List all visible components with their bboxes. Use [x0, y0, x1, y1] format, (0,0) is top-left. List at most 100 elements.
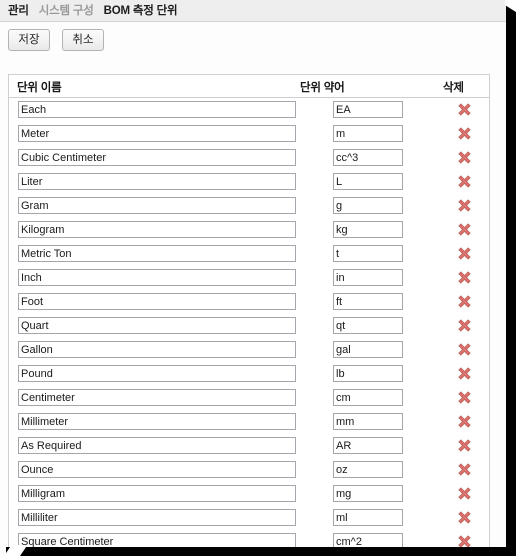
unit-abbreviation-input[interactable] — [333, 437, 403, 454]
unit-abbreviation-input[interactable] — [333, 125, 403, 142]
unit-name-input[interactable] — [18, 173, 296, 190]
delete-row-button[interactable] — [457, 198, 472, 213]
unit-abbreviation-input[interactable] — [333, 173, 403, 190]
unit-name-input[interactable] — [18, 509, 296, 526]
x-mark-icon — [458, 463, 471, 476]
delete-row-button[interactable] — [457, 510, 472, 525]
x-mark-icon — [458, 343, 471, 356]
breadcrumb: 관리 시스템 구성 BOM 측정 단위 — [0, 0, 506, 22]
toolbar: 저장 취소 — [0, 22, 506, 58]
unit-abbreviation-input[interactable] — [333, 485, 403, 502]
x-mark-icon — [458, 247, 471, 260]
delete-row-button[interactable] — [457, 438, 472, 453]
delete-row-button[interactable] — [457, 414, 472, 429]
table-row — [9, 482, 489, 506]
window-shadow-right — [506, 4, 516, 556]
unit-name-input[interactable] — [18, 389, 296, 406]
window-shadow-bottom — [6, 547, 516, 556]
table-row — [9, 290, 489, 314]
table-header-row: 단위 이름 단위 약어 삭제 — [9, 75, 489, 98]
unit-name-input[interactable] — [18, 317, 296, 334]
x-mark-icon — [458, 415, 471, 428]
unit-name-input[interactable] — [18, 149, 296, 166]
table-row — [9, 386, 489, 410]
breadcrumb-item-admin[interactable]: 관리 — [8, 4, 29, 18]
unit-name-input[interactable] — [18, 485, 296, 502]
unit-abbreviation-input[interactable] — [333, 149, 403, 166]
table-row — [9, 458, 489, 482]
unit-abbreviation-input[interactable] — [333, 293, 403, 310]
delete-row-button[interactable] — [457, 222, 472, 237]
unit-name-input[interactable] — [18, 461, 296, 478]
x-mark-icon — [458, 103, 471, 116]
table-row — [9, 146, 489, 170]
delete-row-button[interactable] — [457, 390, 472, 405]
x-mark-icon — [458, 295, 471, 308]
x-mark-icon — [458, 511, 471, 524]
delete-row-button[interactable] — [457, 318, 472, 333]
x-mark-icon — [458, 319, 471, 332]
units-table-panel: 단위 이름 단위 약어 삭제 — [8, 74, 490, 556]
unit-name-input[interactable] — [18, 341, 296, 358]
unit-name-input[interactable] — [18, 245, 296, 262]
table-row — [9, 194, 489, 218]
unit-abbreviation-input[interactable] — [333, 389, 403, 406]
delete-row-button[interactable] — [457, 486, 472, 501]
x-mark-icon — [458, 175, 471, 188]
unit-abbreviation-input[interactable] — [333, 365, 403, 382]
unit-abbreviation-input[interactable] — [333, 413, 403, 430]
table-row — [9, 506, 489, 530]
delete-row-button[interactable] — [457, 270, 472, 285]
unit-name-input[interactable] — [18, 221, 296, 238]
unit-name-input[interactable] — [18, 197, 296, 214]
table-row — [9, 218, 489, 242]
unit-abbreviation-input[interactable] — [333, 509, 403, 526]
units-table-body — [9, 98, 489, 556]
unit-name-input[interactable] — [18, 101, 296, 118]
save-button[interactable]: 저장 — [8, 29, 50, 51]
unit-abbreviation-input[interactable] — [333, 269, 403, 286]
breadcrumb-item-system-config[interactable]: 시스템 구성 — [39, 4, 94, 18]
delete-row-button[interactable] — [457, 174, 472, 189]
table-row — [9, 410, 489, 434]
table-row — [9, 170, 489, 194]
cancel-button[interactable]: 취소 — [62, 29, 104, 51]
delete-row-button[interactable] — [457, 246, 472, 261]
unit-name-input[interactable] — [18, 125, 296, 142]
delete-row-button[interactable] — [457, 102, 472, 117]
unit-name-input[interactable] — [18, 437, 296, 454]
unit-abbreviation-input[interactable] — [333, 197, 403, 214]
delete-row-button[interactable] — [457, 366, 472, 381]
x-mark-icon — [458, 151, 471, 164]
table-row — [9, 122, 489, 146]
x-mark-icon — [458, 271, 471, 284]
x-mark-icon — [458, 487, 471, 500]
delete-row-button[interactable] — [457, 342, 472, 357]
unit-abbreviation-input[interactable] — [333, 341, 403, 358]
unit-abbreviation-input[interactable] — [333, 245, 403, 262]
breadcrumb-item-bom-unit-of-measure[interactable]: BOM 측정 단위 — [104, 4, 178, 18]
delete-row-button[interactable] — [457, 150, 472, 165]
unit-name-input[interactable] — [18, 413, 296, 430]
column-header-delete: 삭제 — [443, 82, 464, 94]
x-mark-icon — [458, 367, 471, 380]
unit-abbreviation-input[interactable] — [333, 101, 403, 118]
unit-abbreviation-input[interactable] — [333, 317, 403, 334]
column-header-unit-name: 단위 이름 — [17, 82, 62, 94]
x-mark-icon — [458, 391, 471, 404]
table-row — [9, 242, 489, 266]
x-mark-icon — [458, 223, 471, 236]
delete-row-button[interactable] — [457, 126, 472, 141]
bom-unit-of-measure-window: 관리 시스템 구성 BOM 측정 단위 저장 취소 단위 이름 단위 약어 삭제 — [0, 0, 516, 556]
column-header-unit-abbreviation: 단위 약어 — [300, 82, 345, 94]
unit-abbreviation-input[interactable] — [333, 221, 403, 238]
unit-name-input[interactable] — [18, 269, 296, 286]
unit-name-input[interactable] — [18, 365, 296, 382]
content-area: 저장 취소 단위 이름 단위 약어 삭제 — [0, 22, 506, 556]
unit-name-input[interactable] — [18, 293, 296, 310]
delete-row-button[interactable] — [457, 462, 472, 477]
x-mark-icon — [458, 439, 471, 452]
delete-row-button[interactable] — [457, 294, 472, 309]
x-mark-icon — [458, 127, 471, 140]
unit-abbreviation-input[interactable] — [333, 461, 403, 478]
